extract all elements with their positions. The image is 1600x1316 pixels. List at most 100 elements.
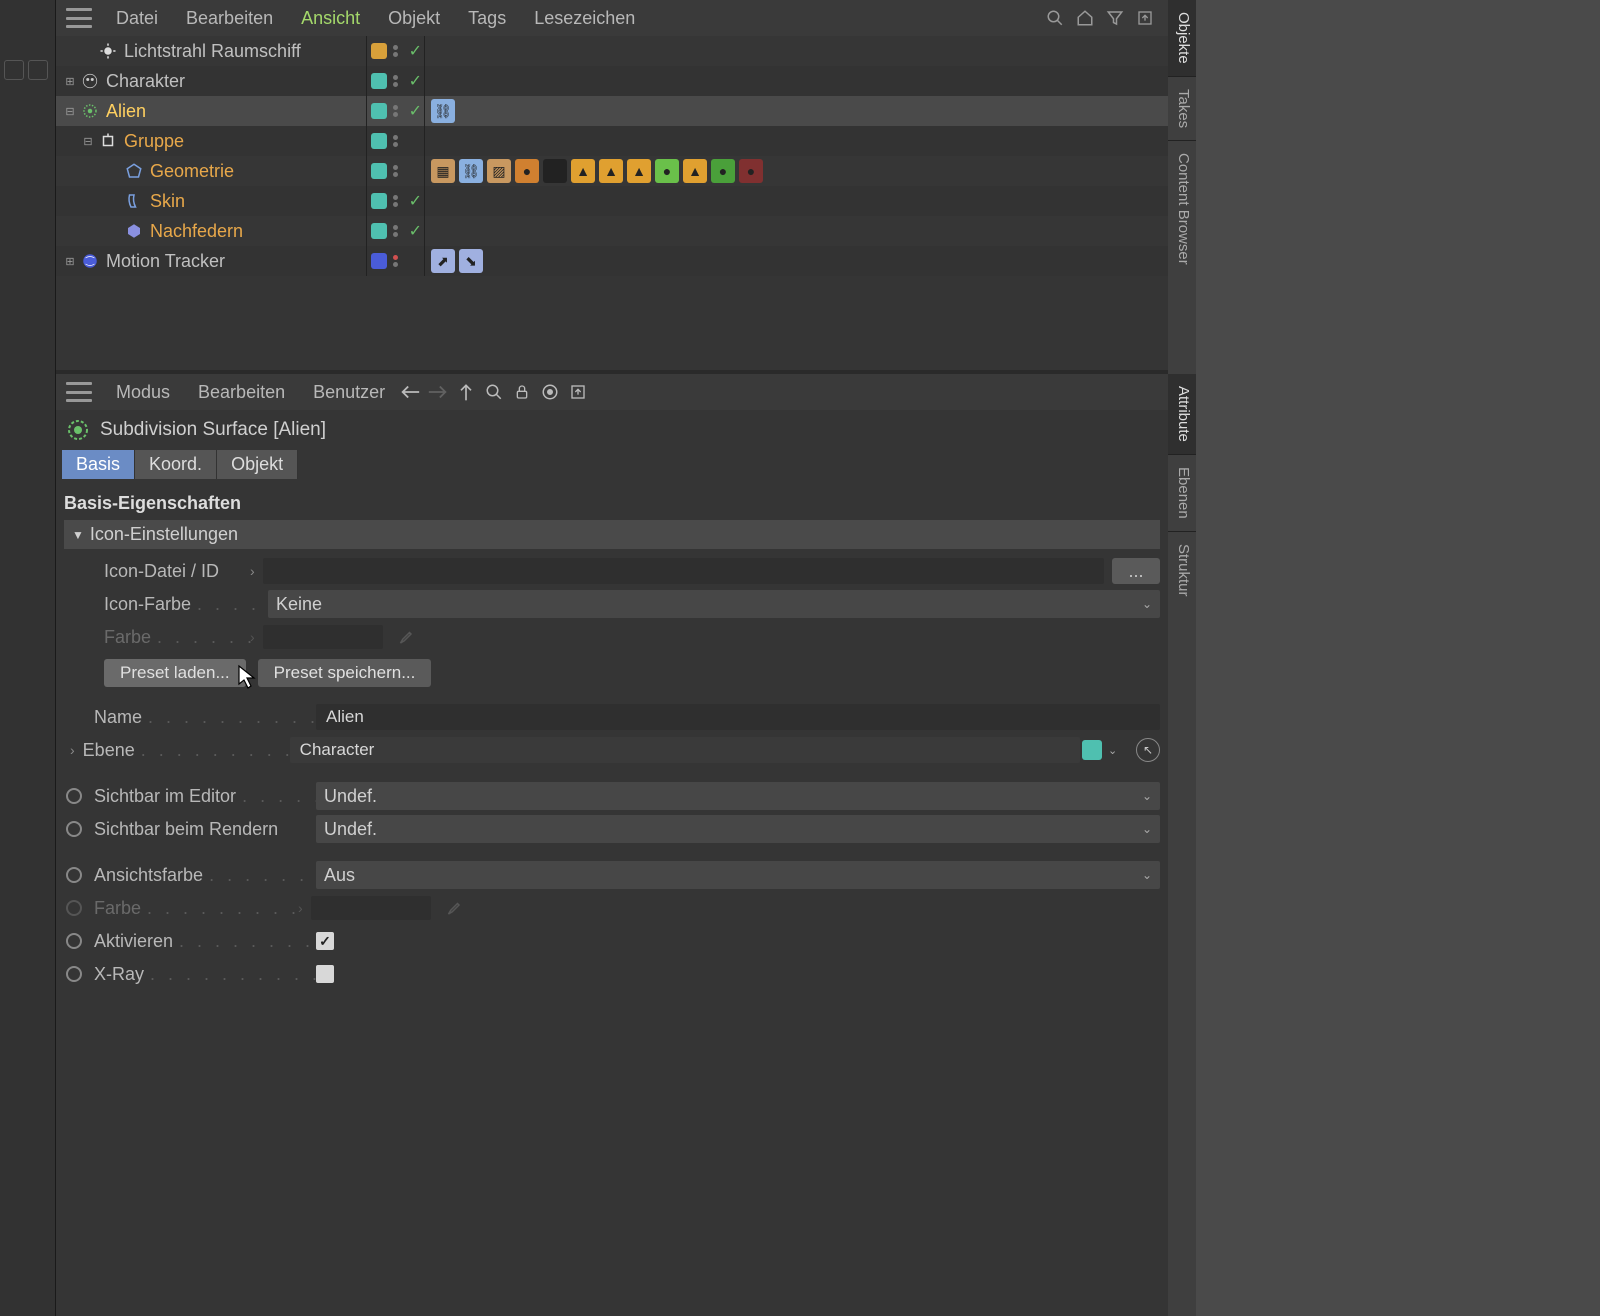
- layer-chevron-down-icon[interactable]: ⌄: [1108, 744, 1126, 757]
- tab-objekt[interactable]: Objekt: [217, 450, 298, 479]
- render-enabled-icon[interactable]: ✓: [409, 101, 422, 121]
- layer-color-swatch[interactable]: [1082, 740, 1102, 760]
- anim-keyframe-toggle[interactable]: [66, 933, 82, 949]
- preset-load-button[interactable]: Preset laden...: [104, 659, 246, 687]
- expand-toggle-icon[interactable]: ⊞: [64, 255, 76, 267]
- search-icon[interactable]: [1044, 7, 1066, 29]
- menu-datei[interactable]: Datei: [102, 8, 172, 28]
- anim-keyframe-toggle[interactable]: [66, 788, 82, 804]
- preset-save-button[interactable]: Preset speichern...: [258, 659, 432, 687]
- visibility-dots-icon[interactable]: [393, 225, 403, 237]
- search-icon[interactable]: [483, 381, 505, 403]
- side-tab-attribute[interactable]: Attribute: [1168, 374, 1196, 454]
- menu-bearbeiten[interactable]: Bearbeiten: [172, 8, 287, 28]
- tag-tri-icon[interactable]: ▲: [599, 159, 623, 183]
- dock-icon[interactable]: [1134, 7, 1156, 29]
- anim-keyframe-toggle[interactable]: [66, 966, 82, 982]
- object-row-skin[interactable]: Skin ✓: [56, 186, 1168, 216]
- side-tab-struktur[interactable]: Struktur: [1168, 532, 1196, 609]
- object-name-input[interactable]: [316, 704, 1160, 730]
- tab-basis[interactable]: Basis: [62, 450, 135, 479]
- layer-color-icon[interactable]: [371, 73, 387, 89]
- nav-up-icon[interactable]: [455, 381, 477, 403]
- tag-uvw-icon[interactable]: ▦: [431, 159, 455, 183]
- object-row-lichtstrahl-raumschiff[interactable]: Lichtstrahl Raumschiff✓: [56, 36, 1168, 66]
- record-icon[interactable]: [539, 381, 561, 403]
- dock-icon[interactable]: [567, 381, 589, 403]
- layer-picker-icon[interactable]: ↖: [1136, 738, 1160, 762]
- side-tab-takes[interactable]: Takes: [1168, 77, 1196, 140]
- object-name-label[interactable]: Gruppe: [124, 131, 184, 152]
- filter-icon[interactable]: [1104, 7, 1126, 29]
- tag-mat-green-icon[interactable]: ●: [655, 159, 679, 183]
- tag-sel-icon[interactable]: ▣: [543, 159, 567, 183]
- side-tab-content-browser[interactable]: Content Browser: [1168, 141, 1196, 277]
- object-name-label[interactable]: Motion Tracker: [106, 251, 225, 272]
- hamburger-icon[interactable]: [66, 382, 92, 402]
- side-tab-objekte[interactable]: Objekte: [1168, 0, 1196, 76]
- visibility-dots-icon[interactable]: [393, 195, 403, 207]
- tag-tri-icon[interactable]: ▲: [683, 159, 707, 183]
- object-name-label[interactable]: Nachfedern: [150, 221, 243, 242]
- enable-checkbox[interactable]: [316, 932, 334, 950]
- tag-trk2-icon[interactable]: ⬊: [459, 249, 483, 273]
- anim-keyframe-toggle[interactable]: [66, 821, 82, 837]
- icon-settings-subsection[interactable]: ▼ Icon-Einstellungen: [64, 520, 1160, 549]
- visibility-dots-icon[interactable]: [393, 135, 403, 147]
- icon-file-input[interactable]: [263, 558, 1104, 584]
- menu-objekt[interactable]: Objekt: [374, 8, 454, 28]
- menu-bearbeiten[interactable]: Bearbeiten: [184, 382, 299, 402]
- visibility-dots-icon[interactable]: [393, 105, 403, 117]
- tag-weight-icon[interactable]: ⛓: [431, 99, 455, 123]
- layer-input[interactable]: [290, 737, 1080, 763]
- menu-modus[interactable]: Modus: [102, 382, 184, 402]
- tag-tri-icon[interactable]: ▲: [571, 159, 595, 183]
- expand-toggle-icon[interactable]: ⊟: [64, 105, 76, 117]
- object-name-label[interactable]: Alien: [106, 101, 146, 122]
- object-row-motion-tracker[interactable]: ⊞ Motion Tracker ⬈⬊: [56, 246, 1168, 276]
- layer-color-icon[interactable]: [371, 133, 387, 149]
- menu-lesezeichen[interactable]: Lesezeichen: [520, 8, 649, 28]
- tag-trk1-icon[interactable]: ⬈: [431, 249, 455, 273]
- object-name-label[interactable]: Charakter: [106, 71, 185, 92]
- object-row-nachfedern[interactable]: Nachfedern ✓: [56, 216, 1168, 246]
- visibility-dots-icon[interactable]: [393, 75, 403, 87]
- layer-color-icon[interactable]: [371, 193, 387, 209]
- layer-color-icon[interactable]: [371, 43, 387, 59]
- display-color-dropdown[interactable]: Aus ⌄: [316, 861, 1160, 889]
- visible-editor-dropdown[interactable]: Undef. ⌄: [316, 782, 1160, 810]
- viewport-tool-b[interactable]: [28, 60, 48, 80]
- tag-pt-icon[interactable]: ●: [515, 159, 539, 183]
- visibility-dots-icon[interactable]: [393, 45, 403, 57]
- layer-color-icon[interactable]: [371, 103, 387, 119]
- visibility-dots-icon[interactable]: [393, 255, 403, 267]
- side-tab-ebenen[interactable]: Ebenen: [1168, 455, 1196, 531]
- object-name-label[interactable]: Geometrie: [150, 161, 234, 182]
- tag-mat-red-icon[interactable]: ●: [739, 159, 763, 183]
- lock-icon[interactable]: [511, 381, 533, 403]
- object-row-geometrie[interactable]: Geometrie▦⛓▨●▣▲▲▲●▲●●: [56, 156, 1168, 186]
- object-row-alien[interactable]: ⊟ Alien ✓ ⛓: [56, 96, 1168, 126]
- nav-back-icon[interactable]: [399, 381, 421, 403]
- render-enabled-icon[interactable]: ✓: [409, 41, 422, 61]
- menu-ansicht[interactable]: Ansicht: [287, 8, 374, 28]
- render-enabled-icon[interactable]: ✓: [409, 71, 422, 91]
- home-icon[interactable]: [1074, 7, 1096, 29]
- icon-color-dropdown[interactable]: Keine ⌄: [268, 590, 1160, 618]
- tag-weight-icon[interactable]: ⛓: [459, 159, 483, 183]
- render-enabled-icon[interactable]: ✓: [409, 191, 422, 211]
- chevron-right-icon[interactable]: ›: [70, 742, 75, 758]
- menu-benutzer[interactable]: Benutzer: [299, 382, 399, 402]
- tag-tri-icon[interactable]: ▲: [627, 159, 651, 183]
- layer-color-icon[interactable]: [371, 223, 387, 239]
- layer-color-icon[interactable]: [371, 253, 387, 269]
- render-enabled-icon[interactable]: ✓: [409, 221, 422, 241]
- menu-tags[interactable]: Tags: [454, 8, 520, 28]
- visible-render-dropdown[interactable]: Undef. ⌄: [316, 815, 1160, 843]
- disclosure-triangle-icon[interactable]: ▼: [72, 528, 84, 542]
- xray-checkbox[interactable]: [316, 965, 334, 983]
- object-name-label[interactable]: Skin: [150, 191, 185, 212]
- hamburger-icon[interactable]: [66, 8, 92, 28]
- expand-toggle-icon[interactable]: ⊞: [64, 75, 76, 87]
- viewport-tool-a[interactable]: [4, 60, 24, 80]
